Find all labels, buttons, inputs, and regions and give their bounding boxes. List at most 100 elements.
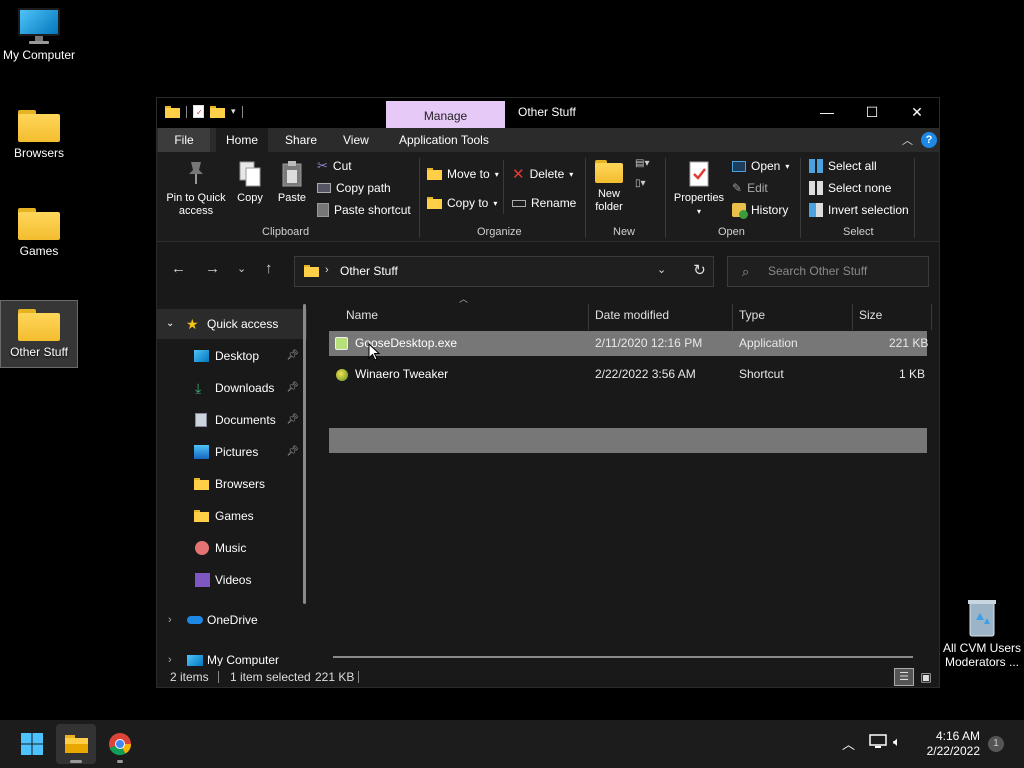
nav-item-music[interactable]: Music <box>157 533 307 563</box>
horizontal-scrollbar[interactable] <box>333 656 913 658</box>
easy-access-icon[interactable]: ▯▾ <box>635 178 646 189</box>
copy-button[interactable]: Copy <box>233 160 267 205</box>
invert-selection-button[interactable]: Invert selection <box>809 201 909 219</box>
table-row[interactable] <box>329 428 927 453</box>
nav-quick-access[interactable]: ⌄ ★ Quick access <box>157 309 307 339</box>
nav-item-browsers[interactable]: Browsers <box>157 469 307 499</box>
copy-path-icon <box>317 183 331 193</box>
nav-label: Documents <box>215 413 276 427</box>
up-button[interactable]: ↑ <box>265 260 273 277</box>
group-label-clipboard: Clipboard <box>262 226 310 238</box>
address-dropdown-icon[interactable]: ⌄ <box>657 263 666 276</box>
volume-icon[interactable]: 🔈︎ <box>893 734 901 750</box>
folder-icon <box>194 510 209 522</box>
history-button[interactable]: History <box>732 201 788 219</box>
rename-button[interactable]: Rename <box>512 194 576 212</box>
group-label-organize: Organize <box>477 226 522 238</box>
tab-manage[interactable]: Manage <box>386 101 505 128</box>
search-icon: ⌕ <box>742 264 750 279</box>
tab-application-tools[interactable]: Application Tools <box>389 128 499 152</box>
open-button[interactable]: Open ▾ <box>732 157 789 175</box>
pin-to-quick-access-button[interactable]: Pin to Quick access <box>163 160 229 218</box>
show-hidden-icons-button[interactable]: ︿ <box>842 734 855 753</box>
close-button[interactable]: ✕ <box>894 98 940 126</box>
nav-item-games[interactable]: Games <box>157 501 307 531</box>
cut-button[interactable]: ✂ Cut <box>317 157 352 175</box>
new-folder-icon[interactable] <box>210 105 225 118</box>
column-header-type[interactable]: Type <box>739 300 765 330</box>
paste-button[interactable]: Paste <box>275 160 309 205</box>
move-to-button[interactable]: Move to ▾ <box>427 165 499 183</box>
select-none-button[interactable]: Select none <box>809 179 891 197</box>
history-icon <box>732 203 748 219</box>
nav-item-desktop[interactable]: Desktop 📌︎ <box>157 341 307 371</box>
delete-button[interactable]: ✕ Delete ▾ <box>512 165 573 183</box>
column-header-name[interactable]: Name <box>346 300 378 330</box>
nav-item-documents[interactable]: Documents 📌︎ <box>157 405 307 435</box>
copy-to-button[interactable]: Copy to ▾ <box>427 194 497 212</box>
status-bar: 2 items 1 item selected 221 KB ☰ ▣ <box>157 666 939 688</box>
tab-view[interactable]: View <box>333 128 379 152</box>
expand-icon[interactable]: ⌄ <box>166 309 174 339</box>
copy-path-button[interactable]: Copy path <box>317 179 391 197</box>
large-icons-view-button[interactable]: ▣ <box>917 668 935 686</box>
search-input[interactable]: ⌕ Search Other Stuff <box>727 256 929 287</box>
expand-icon[interactable]: › <box>168 605 172 635</box>
desktop-icon-browsers[interactable]: Browsers <box>0 110 78 176</box>
taskbar-file-explorer[interactable] <box>56 724 96 764</box>
tab-file[interactable]: File <box>158 128 210 152</box>
desktop-icon-other-stuff[interactable]: Other Stuff <box>0 300 78 368</box>
taskbar-chrome[interactable] <box>100 724 140 764</box>
nav-scrollbar[interactable] <box>303 304 306 604</box>
properties-button[interactable]: Properties ▾ <box>669 160 729 218</box>
selected-count: 1 item selected <box>230 670 311 684</box>
expand-icon[interactable]: › <box>168 645 172 666</box>
table-row[interactable]: Winaero Tweaker 2/22/2022 3:56 AM Shortc… <box>329 362 927 387</box>
address-bar-row: ← → ⌄ ↑ › Other Stuff ⌄ ↻ ⌕ Search Other… <box>157 246 939 294</box>
nav-label: Pictures <box>215 445 259 459</box>
maximize-button[interactable]: ☐ <box>849 98 895 126</box>
collapse-ribbon-icon[interactable]: ︿ <box>902 132 913 148</box>
desktop-icon-games[interactable]: Games <box>0 208 78 274</box>
select-all-button[interactable]: Select all <box>809 157 877 175</box>
nav-item-videos[interactable]: Videos <box>157 565 307 595</box>
monitor-icon <box>187 655 203 666</box>
scissors-icon: ✂ <box>317 158 328 173</box>
nav-item-downloads[interactable]: ⤓ Downloads 📌︎ <box>157 373 307 403</box>
copy-path-label: Copy path <box>336 181 391 195</box>
edit-button[interactable]: ✎ Edit <box>732 179 768 197</box>
column-header-date-modified[interactable]: Date modified <box>595 300 669 330</box>
network-icon[interactable] <box>869 734 887 753</box>
details-view-button[interactable]: ☰ <box>894 668 914 686</box>
refresh-button[interactable]: ↻ <box>684 256 715 287</box>
paste-shortcut-icon <box>317 203 329 217</box>
nav-onedrive[interactable]: › OneDrive <box>157 605 307 635</box>
desktop-icon-recycle-bin[interactable]: All CVM Users Moderators ... <box>940 598 1024 669</box>
address-path: Other Stuff <box>340 264 398 278</box>
table-row[interactable]: GooseDesktop.exe 2/11/2020 12:16 PM Appl… <box>329 331 928 356</box>
invert-selection-icon <box>809 203 823 217</box>
customize-toolbar-icon[interactable]: ▾ <box>231 106 236 117</box>
selected-size: 221 KB <box>315 670 355 684</box>
chevron-right-icon: › <box>325 264 329 276</box>
properties-icon[interactable]: ✓ <box>193 105 204 118</box>
new-folder-icon <box>595 160 623 184</box>
column-header-size[interactable]: Size <box>859 300 882 330</box>
tab-share[interactable]: Share <box>275 128 327 152</box>
help-icon[interactable]: ? <box>921 132 937 148</box>
nav-my-computer[interactable]: › My Computer <box>157 645 307 666</box>
system-clock[interactable]: 4:16 AM 2/22/2022 <box>912 729 980 759</box>
forward-button[interactable]: → <box>205 260 220 277</box>
recent-locations-button[interactable]: ⌄ <box>237 262 246 275</box>
notification-badge[interactable]: 1 <box>988 736 1004 752</box>
back-button[interactable]: ← <box>171 260 186 277</box>
desktop-icon-my-computer[interactable]: My Computer <box>0 8 78 78</box>
address-field[interactable]: › Other Stuff ⌄ <box>294 256 714 287</box>
start-button[interactable] <box>12 724 52 764</box>
new-item-icon[interactable]: ▤▾ <box>635 158 649 169</box>
tab-home[interactable]: Home <box>216 128 269 152</box>
paste-shortcut-button[interactable]: Paste shortcut <box>317 201 411 219</box>
nav-item-pictures[interactable]: Pictures 📌︎ <box>157 437 307 467</box>
new-folder-button[interactable]: New folder <box>591 160 627 214</box>
minimize-button[interactable]: — <box>804 98 850 126</box>
